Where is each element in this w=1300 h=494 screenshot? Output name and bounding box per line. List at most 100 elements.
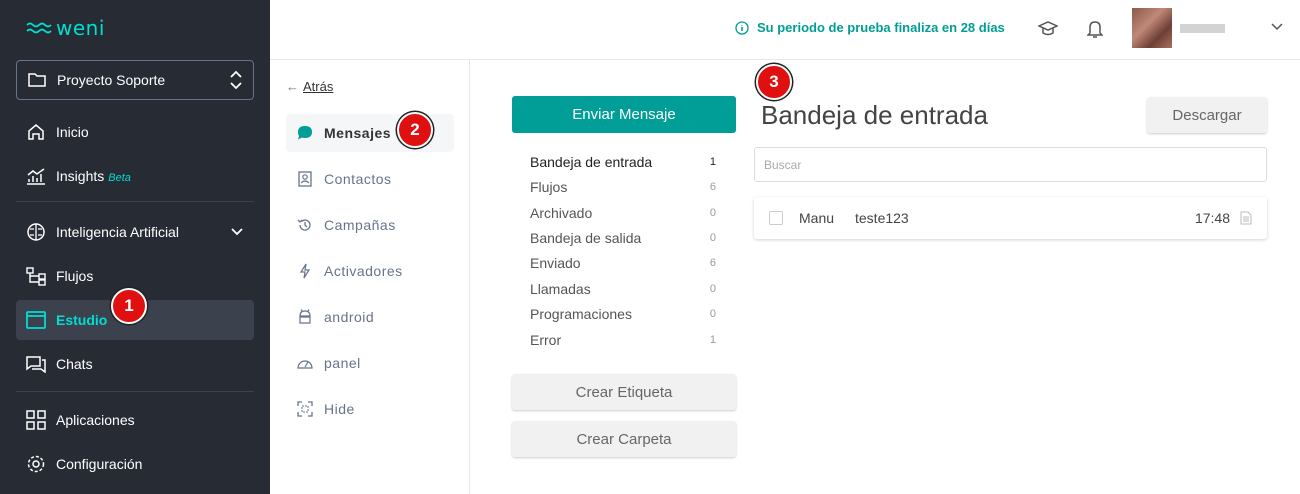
sidebar-item-chats[interactable]: Chats: [16, 344, 254, 384]
sidebar-item-label: Flujos: [56, 268, 94, 284]
chats-icon: [26, 354, 46, 374]
folder-label: Enviado: [530, 255, 581, 271]
folder-item[interactable]: Programaciones 0: [530, 304, 716, 324]
history-icon: [296, 217, 314, 233]
submenu-item-label: panel: [324, 355, 361, 371]
wave-logo-icon: [26, 22, 52, 34]
gauge-icon: [296, 357, 314, 369]
flows-icon: [26, 266, 46, 286]
folder-item[interactable]: Archivado 0: [530, 203, 716, 223]
studio-icon: [26, 310, 46, 330]
submenu-item-campanas[interactable]: Campañas: [286, 206, 454, 244]
folder-item[interactable]: Flujos 6: [530, 177, 716, 197]
send-message-button[interactable]: Enviar Mensaje: [512, 96, 736, 133]
download-button[interactable]: Descargar: [1147, 97, 1267, 133]
beta-badge: Beta: [108, 172, 131, 184]
hide-icon: [296, 401, 314, 417]
brain-icon: [26, 222, 46, 242]
document-icon[interactable]: [1240, 211, 1252, 225]
folder-count: 6: [709, 181, 716, 193]
home-icon: [26, 122, 46, 142]
folder-item[interactable]: Llamadas 0: [530, 279, 716, 299]
annotation-badge-1: 1: [111, 288, 147, 324]
message-time: 17:48: [1194, 210, 1230, 226]
message-text: teste123: [855, 210, 909, 226]
user-name-redacted: [1180, 24, 1225, 33]
folder-count: 1: [709, 334, 716, 346]
project-name: Proyecto Soporte: [57, 72, 166, 88]
folder-item[interactable]: Bandeja de salida 0: [530, 228, 716, 248]
back-link[interactable]: ← Atrás: [286, 79, 333, 94]
chevron-down-icon: [231, 228, 243, 236]
submenu-item-activadores[interactable]: Activadores: [286, 252, 454, 290]
project-selector[interactable]: Proyecto Soporte: [16, 60, 254, 100]
sidebar-item-label: Chats: [56, 356, 93, 372]
folder-label: Flujos: [530, 179, 568, 195]
page-title: Bandeja de entrada: [761, 100, 988, 130]
folder-label: Llamadas: [530, 281, 591, 297]
sidebar-item-label: Inicio: [56, 124, 89, 140]
folder-count: 1: [709, 156, 716, 168]
submenu-item-panel[interactable]: panel: [286, 344, 454, 382]
folder-icon: [28, 73, 46, 87]
apps-icon: [26, 410, 46, 430]
submenu-item-label: Mensajes: [324, 125, 392, 141]
submenu-item-label: android: [324, 309, 375, 325]
contact-icon: [296, 171, 314, 187]
logo-text: weni: [56, 16, 105, 40]
folder-label: Programaciones: [530, 306, 632, 322]
folder-count: 0: [709, 207, 716, 219]
message-icon: [296, 125, 314, 141]
trial-notice[interactable]: Su periodo de prueba finaliza en 28 días: [735, 20, 1005, 35]
submenu-item-android[interactable]: android: [286, 298, 454, 336]
folder-label: Error: [530, 332, 562, 348]
graduation-cap-icon[interactable]: [1037, 18, 1059, 40]
sidebar-item-insights[interactable]: Insights Beta: [16, 156, 254, 196]
submenu-item-label: Campañas: [324, 217, 396, 233]
folder-label: Bandeja de entrada: [530, 154, 653, 170]
sidebar-item-label: Estudio: [56, 312, 108, 328]
folder-item[interactable]: Enviado 6: [530, 253, 716, 273]
submenu-item-label: Hide: [324, 401, 355, 417]
folder-label: Bandeja de salida: [530, 230, 642, 246]
sidebar-item-label: Insights Beta: [56, 168, 131, 184]
divider: [16, 391, 254, 392]
sidebar-item-label: Inteligencia Artificial: [56, 224, 179, 240]
message-row[interactable]: Manu teste123 17:48: [754, 197, 1267, 239]
trial-text: Su periodo de prueba finaliza en 28 días: [757, 20, 1005, 35]
folder-count: 0: [709, 308, 716, 320]
sidebar-item-inicio[interactable]: Inicio: [16, 112, 254, 152]
create-label-button[interactable]: Crear Etiqueta: [512, 374, 736, 410]
bell-icon[interactable]: [1084, 18, 1106, 40]
info-icon: [735, 20, 749, 35]
search-input[interactable]: [754, 147, 1267, 182]
folder-count: 0: [709, 283, 716, 295]
sidebar-item-configuracion[interactable]: Configuración: [16, 444, 254, 484]
submenu-item-contactos[interactable]: Contactos: [286, 160, 454, 198]
sidebar-item-aplicaciones[interactable]: Aplicaciones: [16, 400, 254, 440]
sidebar-item-inteligencia-artificial[interactable]: Inteligencia Artificial: [16, 212, 254, 252]
back-arrow: ←: [286, 79, 299, 94]
submenu-item-label: Contactos: [324, 171, 392, 187]
sidebar-item-label: Configuración: [56, 456, 143, 472]
sidebar: weni Proyecto Soporte Inicio Insights Bet…: [0, 0, 270, 494]
weni-logo[interactable]: weni: [26, 16, 105, 40]
folder-item[interactable]: Error 1: [530, 330, 716, 350]
create-folder-button[interactable]: Crear Carpeta: [512, 421, 736, 457]
message-checkbox[interactable]: [769, 211, 783, 225]
folder-item[interactable]: Bandeja de entrada 1: [530, 152, 716, 172]
folder-label: Archivado: [530, 205, 593, 221]
sidebar-item-label: Aplicaciones: [56, 412, 135, 428]
folder-count: 6: [709, 257, 716, 269]
submenu-item-hide[interactable]: Hide: [286, 390, 454, 428]
studio-submenu: ← Atrás Mensajes Contactos Campañas Activ…: [270, 60, 470, 494]
top-header: Su periodo de prueba finaliza en 28 días: [270, 0, 1300, 60]
avatar[interactable]: [1132, 8, 1172, 48]
divider: [16, 201, 254, 202]
message-sender: Manu: [799, 210, 835, 226]
chevron-up-down-icon: [230, 70, 242, 90]
chevron-down-icon[interactable]: [1270, 20, 1284, 34]
insights-icon: [26, 166, 46, 186]
annotation-badge-2: 2: [397, 112, 433, 148]
submenu-item-label: Activadores: [324, 263, 403, 279]
